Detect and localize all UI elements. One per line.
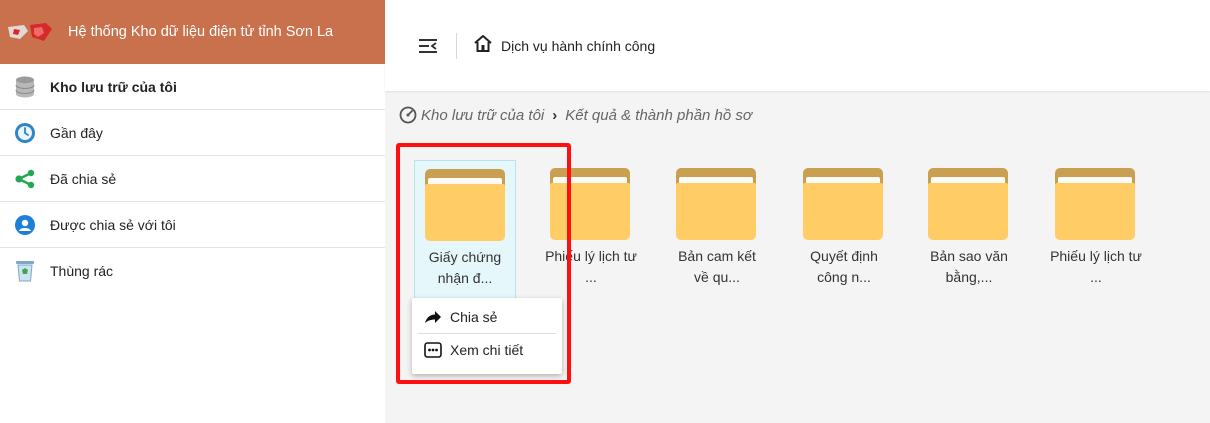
folder-item[interactable]: Bản cam kết về qu... xyxy=(666,160,768,305)
context-menu: Chia sẻ Xem chi tiết xyxy=(412,298,562,374)
folder-icon xyxy=(550,168,630,240)
home-link[interactable]: Dịch vụ hành chính công xyxy=(473,34,655,57)
sidebar-item-shared[interactable]: Đã chia sẻ xyxy=(0,156,385,202)
home-icon xyxy=(473,34,493,57)
topbar: Dịch vụ hành chính công xyxy=(385,0,1210,91)
sidebar-item-label: Được chia sẻ với tôi xyxy=(50,216,176,233)
dashboard-icon xyxy=(399,106,417,124)
folder-name: Bản cam kết về qu... xyxy=(678,248,756,285)
sidebar-item-label: Đã chia sẻ xyxy=(50,170,117,187)
app-title: Hệ thống Kho dữ liệu điện tử tỉnh Sơn La xyxy=(68,24,334,40)
share-icon xyxy=(12,166,38,192)
breadcrumb: Kho lưu trữ của tôi › Kết quả & thành ph… xyxy=(399,106,752,124)
trash-icon xyxy=(12,258,38,284)
folder-icon xyxy=(928,168,1008,240)
arrow-share-icon xyxy=(424,310,442,324)
home-link-label: Dịch vụ hành chính công xyxy=(501,37,656,54)
folder-icon xyxy=(803,168,883,240)
menu-collapse-icon[interactable] xyxy=(418,38,438,54)
brand-header: Hệ thống Kho dữ liệu điện tử tỉnh Sơn La xyxy=(0,0,385,64)
breadcrumb-item-my-storage[interactable]: Kho lưu trữ của tôi xyxy=(421,107,544,124)
clock-icon xyxy=(12,120,38,146)
topbar-divider xyxy=(456,32,457,59)
sidebar-item-my-storage[interactable]: Kho lưu trữ của tôi xyxy=(0,64,385,110)
folder-name: Phiếu lý lịch tư ... xyxy=(1050,248,1142,285)
province-logo xyxy=(6,19,58,45)
sidebar-item-shared-with-me[interactable]: Được chia sẻ với tôi xyxy=(0,202,385,248)
folder-name: Giấy chứng nhận đ... xyxy=(428,249,502,286)
folder-name: Quyết định công n... xyxy=(810,248,878,285)
folder-icon xyxy=(1055,168,1135,240)
more-details-icon xyxy=(424,342,442,358)
folder-name: Bản sao văn bằng,... xyxy=(930,248,1008,285)
sidebar: Hệ thống Kho dữ liệu điện tử tỉnh Sơn La… xyxy=(0,0,385,423)
folder-item[interactable]: Quyết định công n... xyxy=(793,160,895,305)
share-menu-item[interactable]: Chia sẻ xyxy=(418,303,556,331)
view-details-menu-item[interactable]: Xem chi tiết xyxy=(418,336,556,364)
sidebar-item-label: Thùng rác xyxy=(50,263,114,279)
view-details-menu-label: Xem chi tiết xyxy=(450,342,524,358)
folder-item[interactable]: Phiếu lý lịch tư ... xyxy=(540,160,642,305)
database-icon xyxy=(12,74,38,100)
folder-item[interactable]: Giấy chứng nhận đ... xyxy=(414,160,516,305)
sidebar-item-recent[interactable]: Gần đây xyxy=(0,110,385,156)
folder-icon xyxy=(676,168,756,240)
sidebar-item-label: Kho lưu trữ của tôi xyxy=(50,78,177,95)
folder-name: Phiếu lý lịch tư ... xyxy=(545,248,637,285)
sidebar-item-trash[interactable]: Thùng rác xyxy=(0,248,385,294)
folder-icon xyxy=(425,169,505,241)
breadcrumb-item-current: Kết quả & thành phần hồ sơ xyxy=(565,106,752,124)
shared-with-me-icon xyxy=(12,212,38,238)
menu-divider xyxy=(418,333,556,334)
sidebar-item-label: Gần đây xyxy=(50,124,103,141)
chevron-right-icon: › xyxy=(552,106,558,124)
folder-item[interactable]: Phiếu lý lịch tư ... xyxy=(1045,160,1147,305)
folder-item[interactable]: Bản sao văn bằng,... xyxy=(918,160,1020,305)
share-menu-label: Chia sẻ xyxy=(450,309,498,325)
